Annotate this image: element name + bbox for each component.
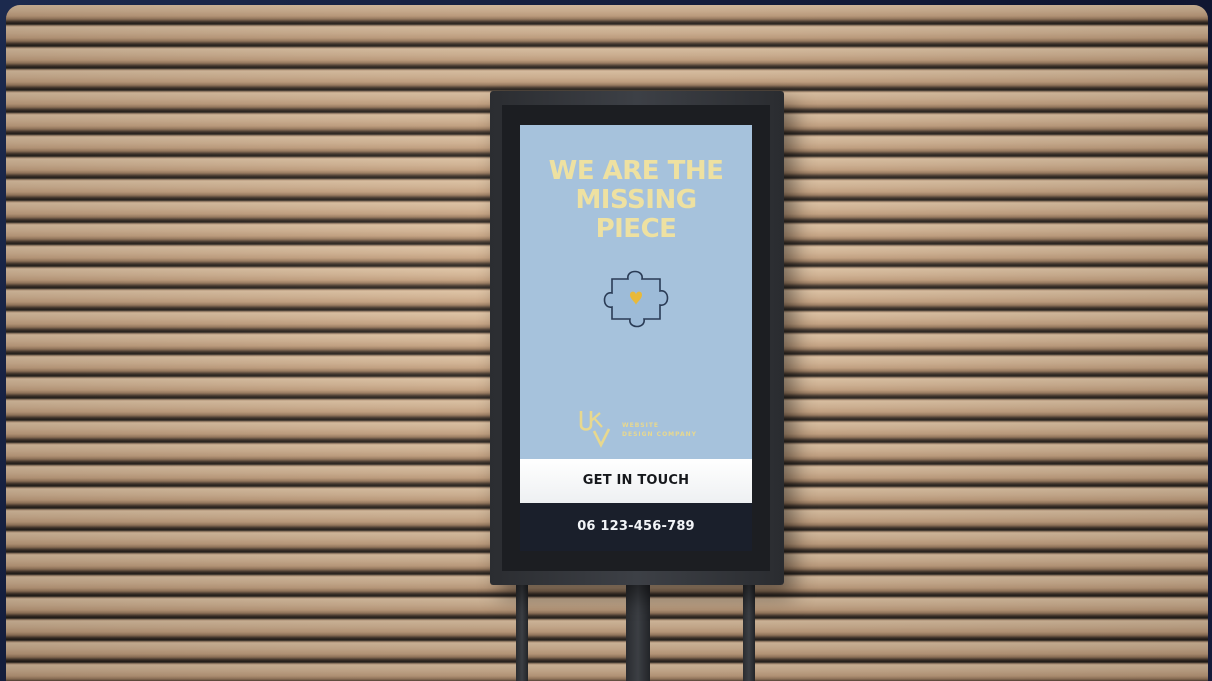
viewer-background: WE ARE THE MISSING PIECE WEBSITE DESIGN … xyxy=(0,0,1212,681)
headline-line-3: PIECE xyxy=(595,214,677,244)
kiosk-right-leg xyxy=(743,575,755,681)
headline-line-1: WE ARE THE xyxy=(548,156,724,186)
signage-screen: WE ARE THE MISSING PIECE WEBSITE DESIGN … xyxy=(520,125,752,551)
headline: WE ARE THE MISSING PIECE xyxy=(520,157,752,244)
phone-number-banner: 06 123-456-789 xyxy=(520,503,752,551)
kiosk-left-leg xyxy=(516,575,528,681)
kiosk-center-post xyxy=(626,575,650,681)
kiosk-bezel: WE ARE THE MISSING PIECE WEBSITE DESIGN … xyxy=(502,105,770,571)
slatted-wall-photo: WE ARE THE MISSING PIECE WEBSITE DESIGN … xyxy=(6,5,1208,681)
logo-tagline-line-2: DESIGN COMPANY xyxy=(622,431,697,438)
logo-tagline-line-1: WEBSITE xyxy=(622,422,660,429)
monogram-logo-icon xyxy=(579,411,611,448)
get-in-touch-banner: GET IN TOUCH xyxy=(520,459,752,503)
logo-tagline: WEBSITE DESIGN COMPANY xyxy=(622,421,697,439)
headline-line-2: MISSING xyxy=(575,185,697,215)
puzzle-piece-icon xyxy=(603,270,669,328)
company-logo: WEBSITE DESIGN COMPANY xyxy=(578,407,718,451)
digital-signage-kiosk: WE ARE THE MISSING PIECE WEBSITE DESIGN … xyxy=(490,91,784,585)
